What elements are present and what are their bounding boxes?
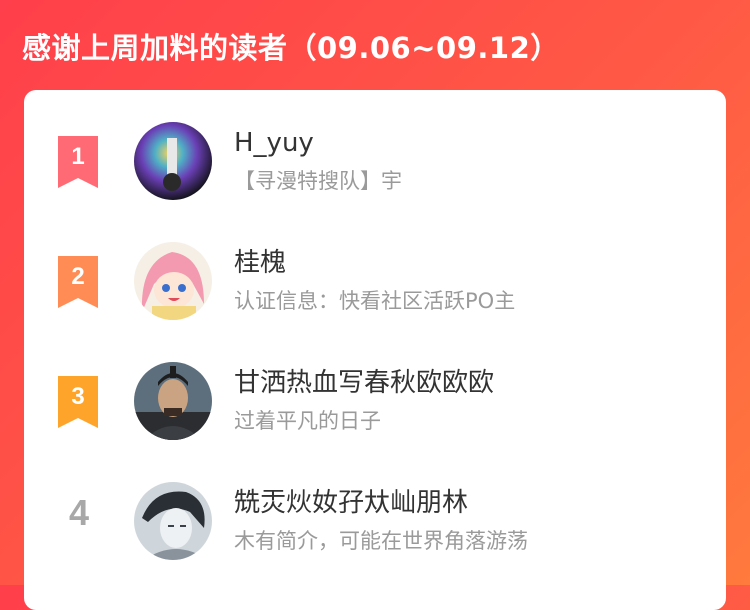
avatar[interactable] xyxy=(134,362,212,440)
rank-number: 2 xyxy=(71,263,84,290)
avatar[interactable] xyxy=(134,122,212,200)
rank-number: 4 xyxy=(68,492,90,533)
page-title: 感谢上周加料的读者（09.06~09.12） xyxy=(22,31,560,65)
list-item[interactable]: 1 H_yuy 【寻漫特搜队】宇 xyxy=(24,112,726,212)
reader-description: 过着平凡的日子 xyxy=(234,409,381,433)
reader-description: 认证信息：快看社区活跃PO主 xyxy=(234,289,516,313)
reader-name[interactable]: 兟㶣炏奻孖夶屾朋林 xyxy=(234,486,468,520)
list-item[interactable]: 2 桂槐 认证信息：快看社区活跃PO主 xyxy=(24,232,726,332)
reader-description: 【寻漫特搜队】宇 xyxy=(234,169,402,193)
list-item[interactable]: 4 兟㶣炏奻孖夶屾朋林 木有简介，可能在世界角落游荡 xyxy=(24,472,726,572)
rank-number: 1 xyxy=(71,143,84,170)
rank-ribbon-icon: 2 xyxy=(58,256,98,308)
reader-name[interactable]: 桂槐 xyxy=(234,246,286,280)
reader-list-card: 1 H_yuy 【寻漫特搜队】宇 2 桂槐 认证信息：快看社区活跃PO主 3 甘… xyxy=(24,90,726,610)
reader-name[interactable]: 甘洒热血写春秋欧欧欧 xyxy=(234,366,494,400)
reader-name[interactable]: H_yuy xyxy=(234,126,314,160)
rank-number: 3 xyxy=(71,383,84,410)
avatar[interactable] xyxy=(134,242,212,320)
list-item[interactable]: 3 甘洒热血写春秋欧欧欧 过着平凡的日子 xyxy=(24,352,726,452)
avatar[interactable] xyxy=(134,482,212,560)
rank-ribbon-icon: 1 xyxy=(58,136,98,188)
rank-ribbon-icon: 3 xyxy=(58,376,98,428)
reader-description: 木有简介，可能在世界角落游荡 xyxy=(234,529,528,553)
